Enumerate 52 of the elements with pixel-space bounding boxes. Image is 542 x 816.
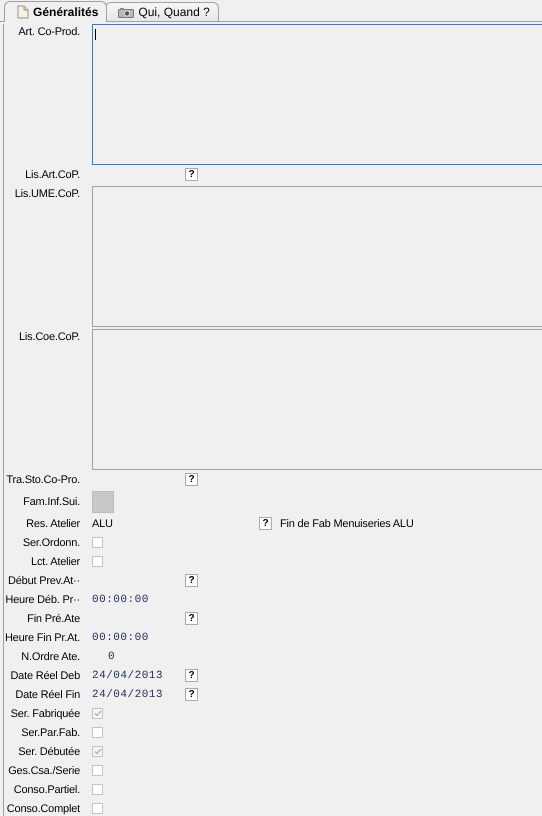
field-label: Heure Déb. Pr··	[4, 594, 81, 606]
field-label: Lct. Atelier	[30, 556, 81, 568]
document-icon	[17, 5, 29, 19]
field-label: Conso.Partiel.	[12, 784, 81, 796]
help-button[interactable]: ?	[185, 688, 198, 701]
field-label: Fin Pré.Ate	[26, 612, 81, 624]
checkbox[interactable]	[92, 746, 103, 757]
field-label: Ser.Ordonn.	[22, 536, 81, 548]
text-area[interactable]	[92, 329, 542, 470]
field-label: Date Réel Fin	[14, 688, 81, 700]
field-description: Fin de Fab Menuiseries ALU	[280, 518, 414, 530]
field-label: Lis.Art.CoP.	[24, 168, 81, 180]
checkbox[interactable]	[92, 537, 103, 548]
field-value: 00:00:00	[92, 594, 150, 606]
field-label: Ser. Débutée	[17, 746, 81, 758]
checkbox[interactable]	[92, 708, 103, 719]
field-label: Début Prev.At··	[7, 574, 81, 586]
checkbox[interactable]	[92, 784, 103, 795]
field-label: Res. Atelier	[25, 518, 81, 530]
field-label: Lis.UME.CoP.	[14, 187, 81, 200]
field-label: Fam.Inf.Sui.	[22, 496, 81, 508]
checkbox[interactable]	[92, 556, 103, 567]
field-label: Ser. Fabriquée	[10, 708, 81, 720]
tab[interactable]: Qui, Quand ?	[105, 2, 219, 21]
field-value: 24/04/2013	[92, 670, 164, 682]
field-label: Date Réel Deb	[9, 670, 81, 682]
help-button[interactable]: ?	[185, 612, 198, 625]
field-label: Art. Co-Prod.	[17, 25, 81, 38]
color-swatch[interactable]	[92, 490, 114, 512]
field-value: 24/04/2013	[92, 688, 164, 700]
help-button[interactable]: ?	[259, 517, 272, 530]
checkbox[interactable]	[92, 727, 103, 738]
camera-icon	[118, 6, 134, 18]
field-label: Ges.Csa./Serie	[7, 764, 81, 776]
field-label: Heure Fin Pr.At.	[4, 632, 81, 644]
field-label: Tra.Sto.Co-Pro.	[5, 474, 81, 486]
help-button[interactable]: ?	[185, 574, 198, 587]
text-area[interactable]	[92, 186, 542, 327]
field-value: 00:00:00	[92, 632, 150, 644]
tab[interactable]: Généralités	[4, 1, 108, 22]
field-label: Ser.Par.Fab.	[20, 726, 81, 738]
help-button[interactable]: ?	[185, 168, 198, 181]
field-value: ALU	[92, 518, 114, 530]
help-button[interactable]: ?	[185, 473, 198, 486]
help-button[interactable]: ?	[185, 669, 198, 682]
field-value: 0	[107, 650, 116, 662]
text-area[interactable]	[92, 24, 542, 165]
field-label: Lis.Coe.CoP.	[18, 330, 81, 343]
field-label: N.Ordre Ate.	[20, 650, 81, 662]
checkbox[interactable]	[92, 765, 103, 776]
field-label: Conso.Complet	[6, 802, 82, 814]
checkbox[interactable]	[92, 803, 103, 814]
